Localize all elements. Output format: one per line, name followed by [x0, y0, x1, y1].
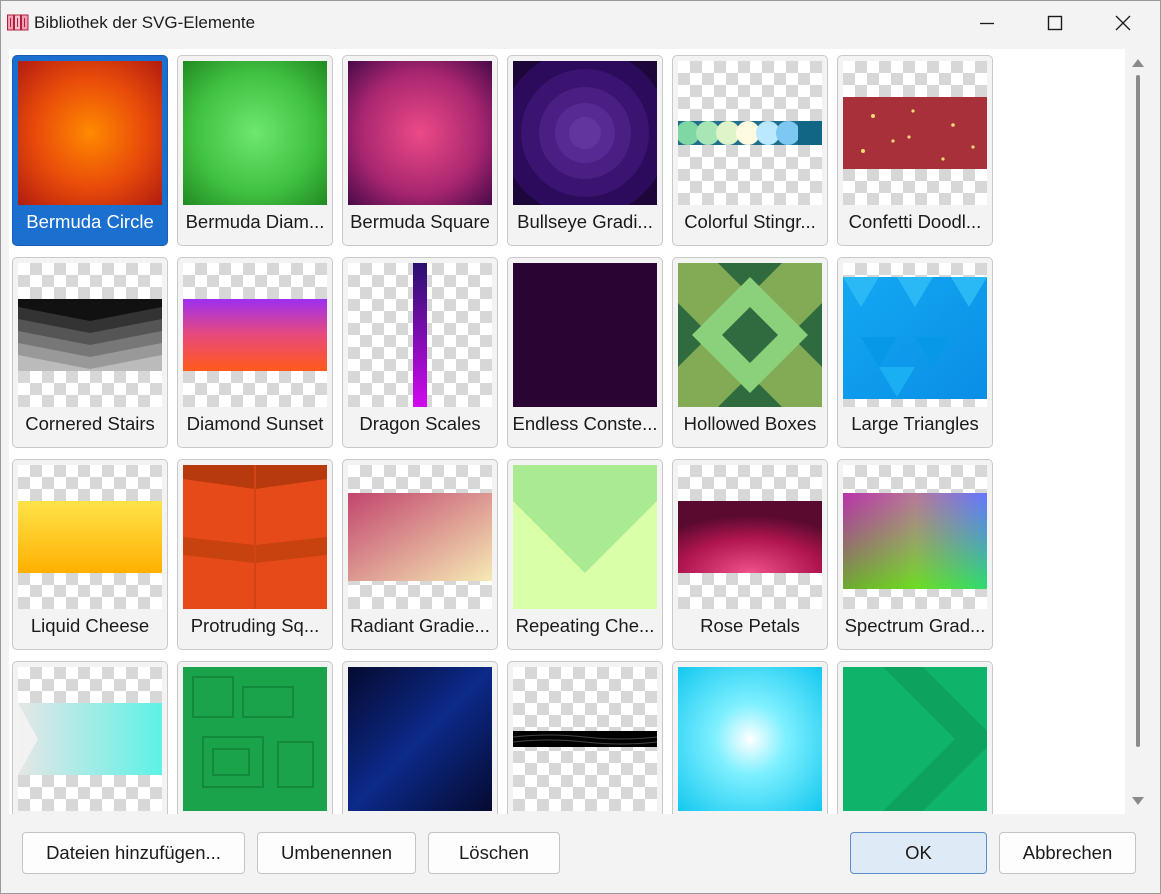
svg-element-tile[interactable]: Bermuda Circle [12, 55, 168, 246]
scroll-down-arrow-icon[interactable] [1131, 795, 1145, 807]
svg-element-thumbnail [678, 61, 822, 205]
minimize-icon [980, 22, 994, 25]
svg-element-label: Spectrum Grad... [844, 615, 986, 636]
svg-element-tile[interactable]: Large Triangles [837, 257, 993, 448]
maximize-button[interactable] [1021, 1, 1089, 45]
svg-element-label: Bermuda Square [350, 211, 490, 232]
svg-element-thumbnail [183, 61, 327, 205]
svg-element-thumbnail [678, 263, 822, 407]
svg-element-label: Cornered Stairs [25, 413, 155, 434]
svg-element-tile[interactable]: Endless Conste... [507, 257, 663, 448]
svg-element-label: Bullseye Gradi... [517, 211, 653, 232]
svg-element-label: Diamond Sunset [186, 413, 324, 434]
ok-button[interactable]: OK [850, 832, 987, 874]
svg-element-tile[interactable]: Liquid Cheese [12, 459, 168, 650]
svg-element-thumbnail [183, 263, 327, 407]
window-title: Bibliothek der SVG-Elemente [34, 13, 256, 32]
svg-element-tile[interactable] [837, 661, 993, 814]
svg-element-thumbnail [183, 667, 327, 811]
svg-element-label: Endless Conste... [512, 413, 658, 434]
svg-element-label: Rose Petals [700, 615, 800, 636]
close-button[interactable] [1089, 1, 1157, 45]
svg-element-thumbnail [678, 667, 822, 811]
svg-element-tile[interactable] [342, 661, 498, 814]
svg-element-tile[interactable]: Spectrum Grad... [837, 459, 993, 650]
add-files-button[interactable]: Dateien hinzufügen... [22, 832, 245, 874]
svg-library-dialog: Bibliothek der SVG-Elemente Bermuda Circ… [0, 0, 1161, 894]
svg-element-tile[interactable] [672, 661, 828, 814]
cancel-button[interactable]: Abbrechen [999, 832, 1136, 874]
svg-element-tile[interactable]: Cornered Stairs [12, 257, 168, 448]
svg-element-label: Colorful Stingr... [684, 211, 816, 232]
svg-element-tile[interactable]: Confetti Doodl... [837, 55, 993, 246]
svg-element-tile[interactable]: Bullseye Gradi... [507, 55, 663, 246]
svg-element-thumbnail [183, 465, 327, 609]
svg-element-thumbnail [348, 263, 492, 407]
svg-element-tile[interactable]: Colorful Stingr... [672, 55, 828, 246]
svg-element-label: Dragon Scales [359, 413, 481, 434]
delete-button[interactable]: Löschen [428, 832, 560, 874]
svg-element-thumbnail [348, 61, 492, 205]
svg-element-thumbnail [18, 61, 162, 205]
maximize-icon [1047, 15, 1063, 31]
svg-element-label: Hollowed Boxes [683, 413, 817, 434]
minimize-button[interactable] [953, 1, 1021, 45]
svg-element-label: Liquid Cheese [30, 615, 150, 636]
svg-element-tile[interactable]: Diamond Sunset [177, 257, 333, 448]
rename-button[interactable]: Umbenennen [257, 832, 416, 874]
close-icon [1115, 15, 1131, 31]
svg-element-thumbnail [18, 667, 162, 811]
svg-element-tile[interactable]: Repeating Che... [507, 459, 663, 650]
svg-element-thumbnail [513, 263, 657, 407]
svg-element-thumbnail [843, 667, 987, 811]
svg-element-label: Repeating Che... [515, 615, 655, 636]
svg-element-thumbnail [513, 61, 657, 205]
svg-element-tile[interactable]: Hollowed Boxes [672, 257, 828, 448]
svg-element-tile[interactable]: Rose Petals [672, 459, 828, 650]
svg-element-thumbnail [18, 465, 162, 609]
scrollbar-thumb[interactable] [1136, 75, 1140, 747]
svg-element-thumbnail [678, 465, 822, 609]
svg-element-tile[interactable]: Dragon Scales [342, 257, 498, 448]
svg-element-label: Large Triangles [851, 413, 979, 434]
scroll-up-arrow-icon[interactable] [1131, 57, 1145, 69]
svg-element-thumbnail [348, 465, 492, 609]
svg-element-thumbnail [513, 667, 657, 811]
svg-element-tile[interactable]: Radiant Gradie... [342, 459, 498, 650]
svg-element-thumbnail [843, 465, 987, 609]
svg-element-tile[interactable] [12, 661, 168, 814]
svg-element-tile[interactable] [177, 661, 333, 814]
svg-element-thumbnail [513, 465, 657, 609]
svg-element-tile[interactable]: Protruding Sq... [177, 459, 333, 650]
svg-element-thumbnail [843, 61, 987, 205]
svg-element-label: Radiant Gradie... [350, 615, 490, 636]
svg-element-label: Protruding Sq... [190, 615, 320, 636]
svg-element-thumbnail [348, 667, 492, 811]
library-books-icon [7, 14, 29, 31]
svg-element-tile[interactable]: Bermuda Diam... [177, 55, 333, 246]
title-bar[interactable]: Bibliothek der SVG-Elemente [1, 1, 1160, 47]
svg-element-thumbnail [18, 263, 162, 407]
svg-element-label: Confetti Doodl... [848, 211, 982, 232]
svg-element-label: Bermuda Circle [26, 211, 154, 232]
svg-element-tile[interactable]: Bermuda Square [342, 55, 498, 246]
svg-element-list[interactable]: Bermuda Circle Bermuda Diam... Bermuda Squ… [9, 49, 1125, 814]
svg-element-thumbnail [843, 263, 987, 407]
svg-element-label: Bermuda Diam... [185, 211, 325, 232]
svg-element-tile[interactable] [507, 661, 663, 814]
